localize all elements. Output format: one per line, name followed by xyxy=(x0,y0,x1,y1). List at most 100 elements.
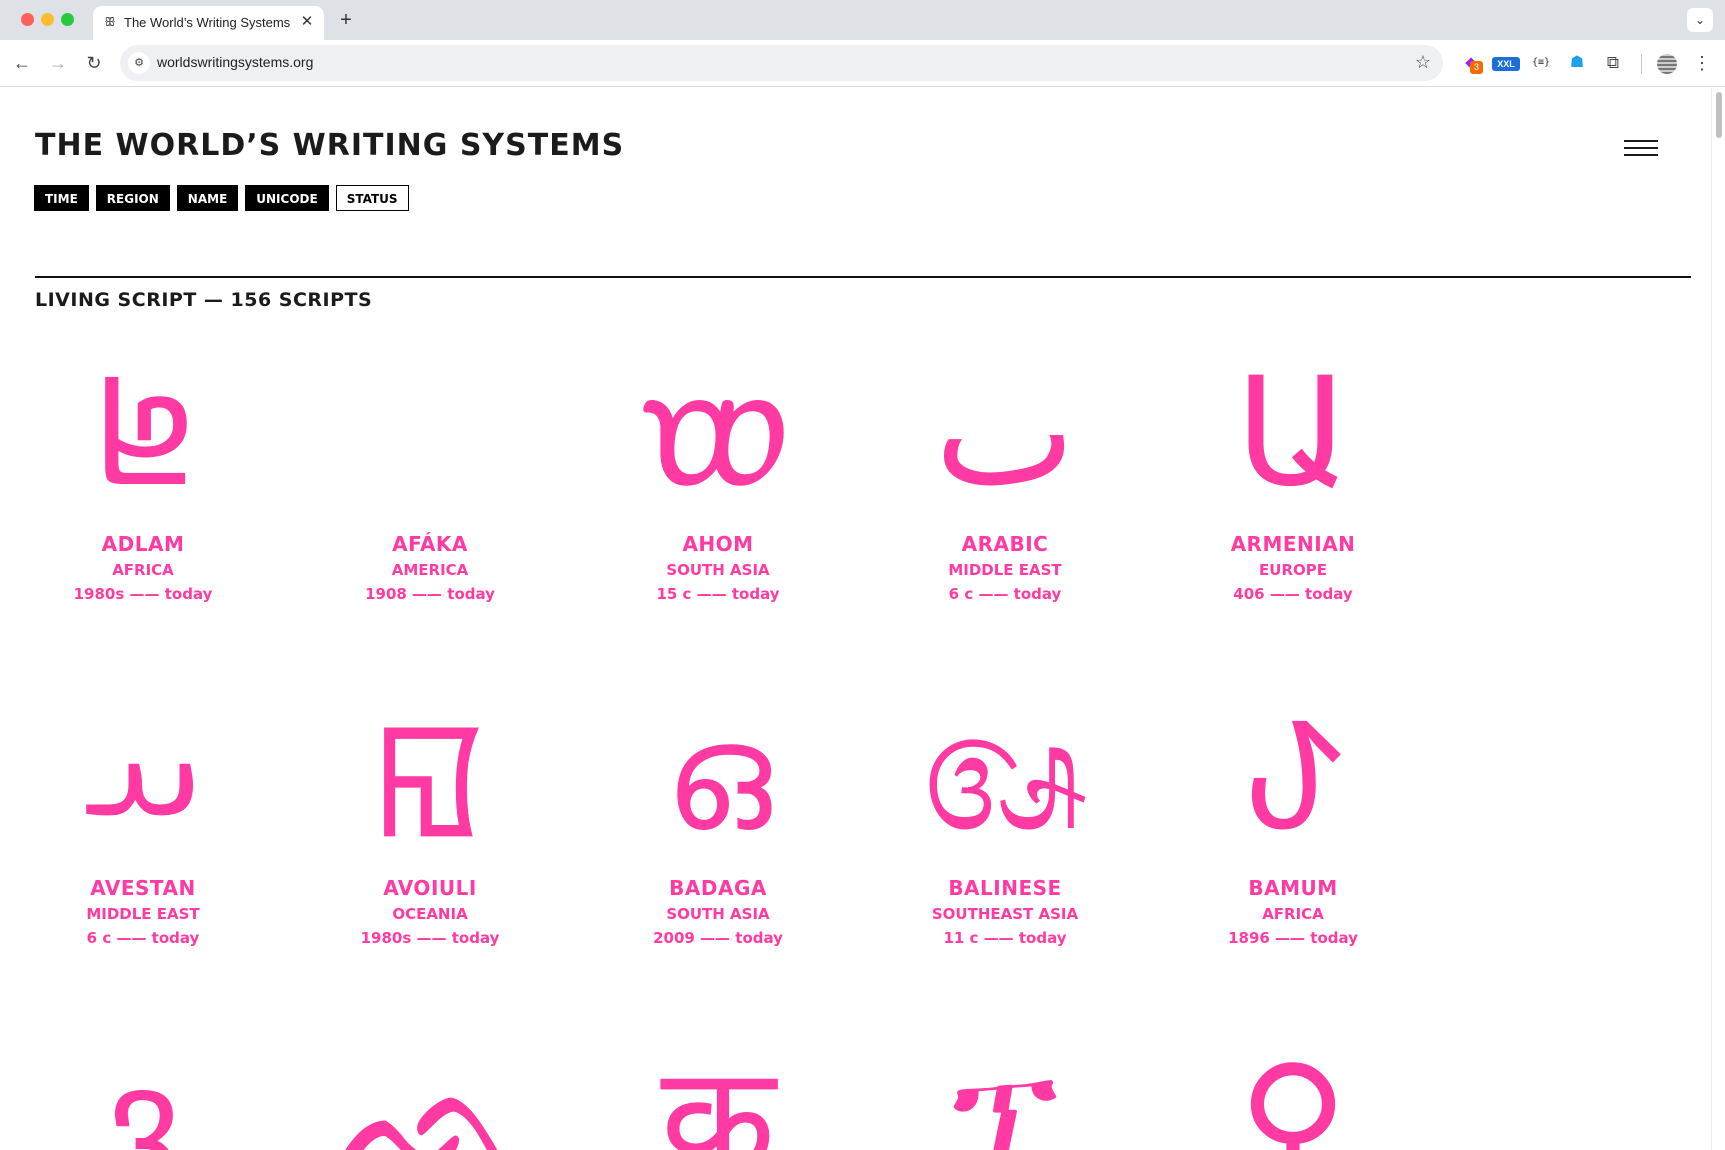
toolbar-separator xyxy=(1641,54,1642,74)
script-glyph: ᨒ xyxy=(310,1026,550,1150)
script-glyph-char: ഒ xyxy=(664,702,771,852)
browser-toolbar: ← → ↻ ⚙ worldswritingsystems.org ☆ ◆3 XX… xyxy=(0,40,1725,87)
close-tab-icon[interactable]: ✕ xyxy=(298,13,316,31)
script-glyph: 𞗅 xyxy=(310,338,550,508)
extension-badge: 3 xyxy=(1470,61,1483,74)
extension-puzzle-icon-1[interactable]: ◆3 xyxy=(1460,52,1482,74)
script-dates: 1908 —— today xyxy=(310,585,550,603)
extensions-menu-icon[interactable]: ⧉ xyxy=(1602,52,1624,74)
script-card[interactable]: ꡎ AVOIULI OCEANIA 1980s —— today xyxy=(310,682,550,947)
extension-ghost-icon[interactable]: ☗ xyxy=(1566,52,1588,74)
script-region: MIDDLE EAST xyxy=(885,561,1125,579)
script-glyph-char: ፕ xyxy=(952,1046,1058,1150)
script-card[interactable]: क xyxy=(598,1026,838,1150)
script-dates: 6 c —— today xyxy=(23,929,263,947)
script-region: SOUTH ASIA xyxy=(598,561,838,579)
script-card[interactable]: 𞤦 ADLAM AFRICA 1980s —— today xyxy=(23,338,263,603)
script-glyph: 𐬀 xyxy=(23,682,263,852)
script-glyph: 𑜌 xyxy=(598,338,838,508)
script-name: AVOIULI xyxy=(310,876,550,900)
script-region: AMERICA xyxy=(310,561,550,579)
tab-search-button[interactable]: ⌄ xyxy=(1687,8,1713,32)
script-dates: 406 —— today xyxy=(1173,585,1413,603)
forward-button[interactable]: → xyxy=(46,51,70,75)
script-card[interactable]: 𑜌 AHOM SOUTH ASIA 15 c —— today xyxy=(598,338,838,603)
script-glyph-char: ٮ xyxy=(934,358,1075,508)
script-name: BADAGA xyxy=(598,876,838,900)
new-tab-button[interactable]: + xyxy=(334,8,358,32)
script-glyph-char: 𐬀 xyxy=(83,702,203,852)
script-glyph: Ա xyxy=(1173,338,1413,508)
script-name: BAMUM xyxy=(1173,876,1413,900)
page-scrollbar[interactable] xyxy=(1711,88,1725,1150)
script-glyph-char: ꚠ xyxy=(1243,702,1342,852)
script-glyph-char: ვ xyxy=(105,1046,182,1150)
script-glyph: क xyxy=(598,1026,838,1150)
script-card[interactable]: ვ xyxy=(23,1026,263,1150)
script-card[interactable]: 𐬀 AVESTAN MIDDLE EAST 6 c —— today xyxy=(23,682,263,947)
script-name: AFÁKA xyxy=(310,532,550,556)
script-card[interactable]: ٮ ARABIC MIDDLE EAST 6 c —— today xyxy=(885,338,1125,603)
script-glyph: ꚠ xyxy=(1173,682,1413,852)
address-bar[interactable]: ⚙ worldswritingsystems.org ☆ xyxy=(120,45,1443,81)
script-card[interactable]: ፕ xyxy=(885,1026,1125,1150)
site-info-icon[interactable]: ⚙ xyxy=(128,52,150,74)
profile-avatar[interactable] xyxy=(1657,54,1677,74)
script-card[interactable]: 𞗅 AFÁKA AMERICA 1908 —— today xyxy=(310,338,550,603)
script-dates: 2009 —— today xyxy=(598,929,838,947)
bookmark-star-icon[interactable]: ☆ xyxy=(1415,52,1431,73)
script-name: ADLAM xyxy=(23,532,263,556)
scrollbar-thumb[interactable] xyxy=(1716,92,1722,138)
minimize-window-button[interactable] xyxy=(41,13,54,26)
script-name: AVESTAN xyxy=(23,876,263,900)
script-name: ARABIC xyxy=(885,532,1125,556)
extension-xxl-icon[interactable]: XXL xyxy=(1492,52,1520,74)
script-glyph: ᬅ xyxy=(885,682,1125,852)
script-dates: 1980s —— today xyxy=(310,929,550,947)
close-window-button[interactable] xyxy=(21,13,34,26)
script-card[interactable]: ꚠ BAMUM AFRICA 1896 —— today xyxy=(1173,682,1413,947)
script-name: AHOM xyxy=(598,532,838,556)
reload-button[interactable]: ↻ xyxy=(82,51,106,75)
script-card[interactable]: ᨒ xyxy=(310,1026,550,1150)
back-button[interactable]: ← xyxy=(10,51,34,75)
script-dates: 11 c —— today xyxy=(885,929,1125,947)
script-glyph: 𞤦 xyxy=(23,338,263,508)
url-text[interactable]: worldswritingsystems.org xyxy=(157,54,313,70)
script-glyph-char: Ա xyxy=(1236,358,1351,508)
script-card[interactable]: Ա ARMENIAN EUROPE 406 —— today xyxy=(1173,338,1413,603)
script-dates: 1980s —— today xyxy=(23,585,263,603)
script-glyph: ვ xyxy=(23,1026,263,1150)
script-glyph-char: 𞤦 xyxy=(92,358,193,508)
script-dates: 6 c —— today xyxy=(885,585,1125,603)
script-glyph: ٮ xyxy=(885,338,1125,508)
script-region: EUROPE xyxy=(1173,561,1413,579)
script-dates: 15 c —— today xyxy=(598,585,838,603)
favicon-icon: ꕥ xyxy=(103,15,117,29)
tab-strip: ꕥ The World’s Writing Systems ✕ + ⌄ xyxy=(0,0,1725,40)
script-grid: 𞤦 ADLAM AFRICA 1980s —— today 𞗅 AFÁKA AMERICA 1… xyxy=(0,88,1711,1150)
script-glyph-char: 𑜌 xyxy=(640,358,795,508)
script-glyph: ꡎ xyxy=(310,682,550,852)
script-card[interactable]: ഒ BADAGA SOUTH ASIA 2009 —— today xyxy=(598,682,838,947)
script-region: MIDDLE EAST xyxy=(23,905,263,923)
script-region: AFRICA xyxy=(23,561,263,579)
script-region: OCEANIA xyxy=(310,905,550,923)
browser-menu-icon[interactable]: ⋮ xyxy=(1693,51,1709,75)
extension-json-icon[interactable]: {≡} xyxy=(1530,52,1552,74)
script-card[interactable]: ⚲ xyxy=(1173,1026,1413,1150)
script-glyph-char: ᬅ xyxy=(922,702,1087,852)
script-card[interactable]: ᬅ BALINESE SOUTHEAST ASIA 11 c —— today xyxy=(885,682,1125,947)
script-region: AFRICA xyxy=(1173,905,1413,923)
script-name: ARMENIAN xyxy=(1173,532,1413,556)
maximize-window-button[interactable] xyxy=(61,13,74,26)
script-glyph-char: ꡎ xyxy=(374,702,487,852)
tab-title: The World’s Writing Systems xyxy=(124,15,290,30)
script-region: SOUTH ASIA xyxy=(598,905,838,923)
script-glyph-char: क xyxy=(660,1046,775,1150)
script-glyph: ⚲ xyxy=(1173,1026,1413,1150)
page-viewport: THE WORLD’S WRITING SYSTEMS TIME REGION … xyxy=(0,88,1711,1150)
script-region: SOUTHEAST ASIA xyxy=(885,905,1125,923)
browser-tab[interactable]: ꕥ The World’s Writing Systems ✕ xyxy=(93,6,324,40)
script-glyph: ഒ xyxy=(598,682,838,852)
